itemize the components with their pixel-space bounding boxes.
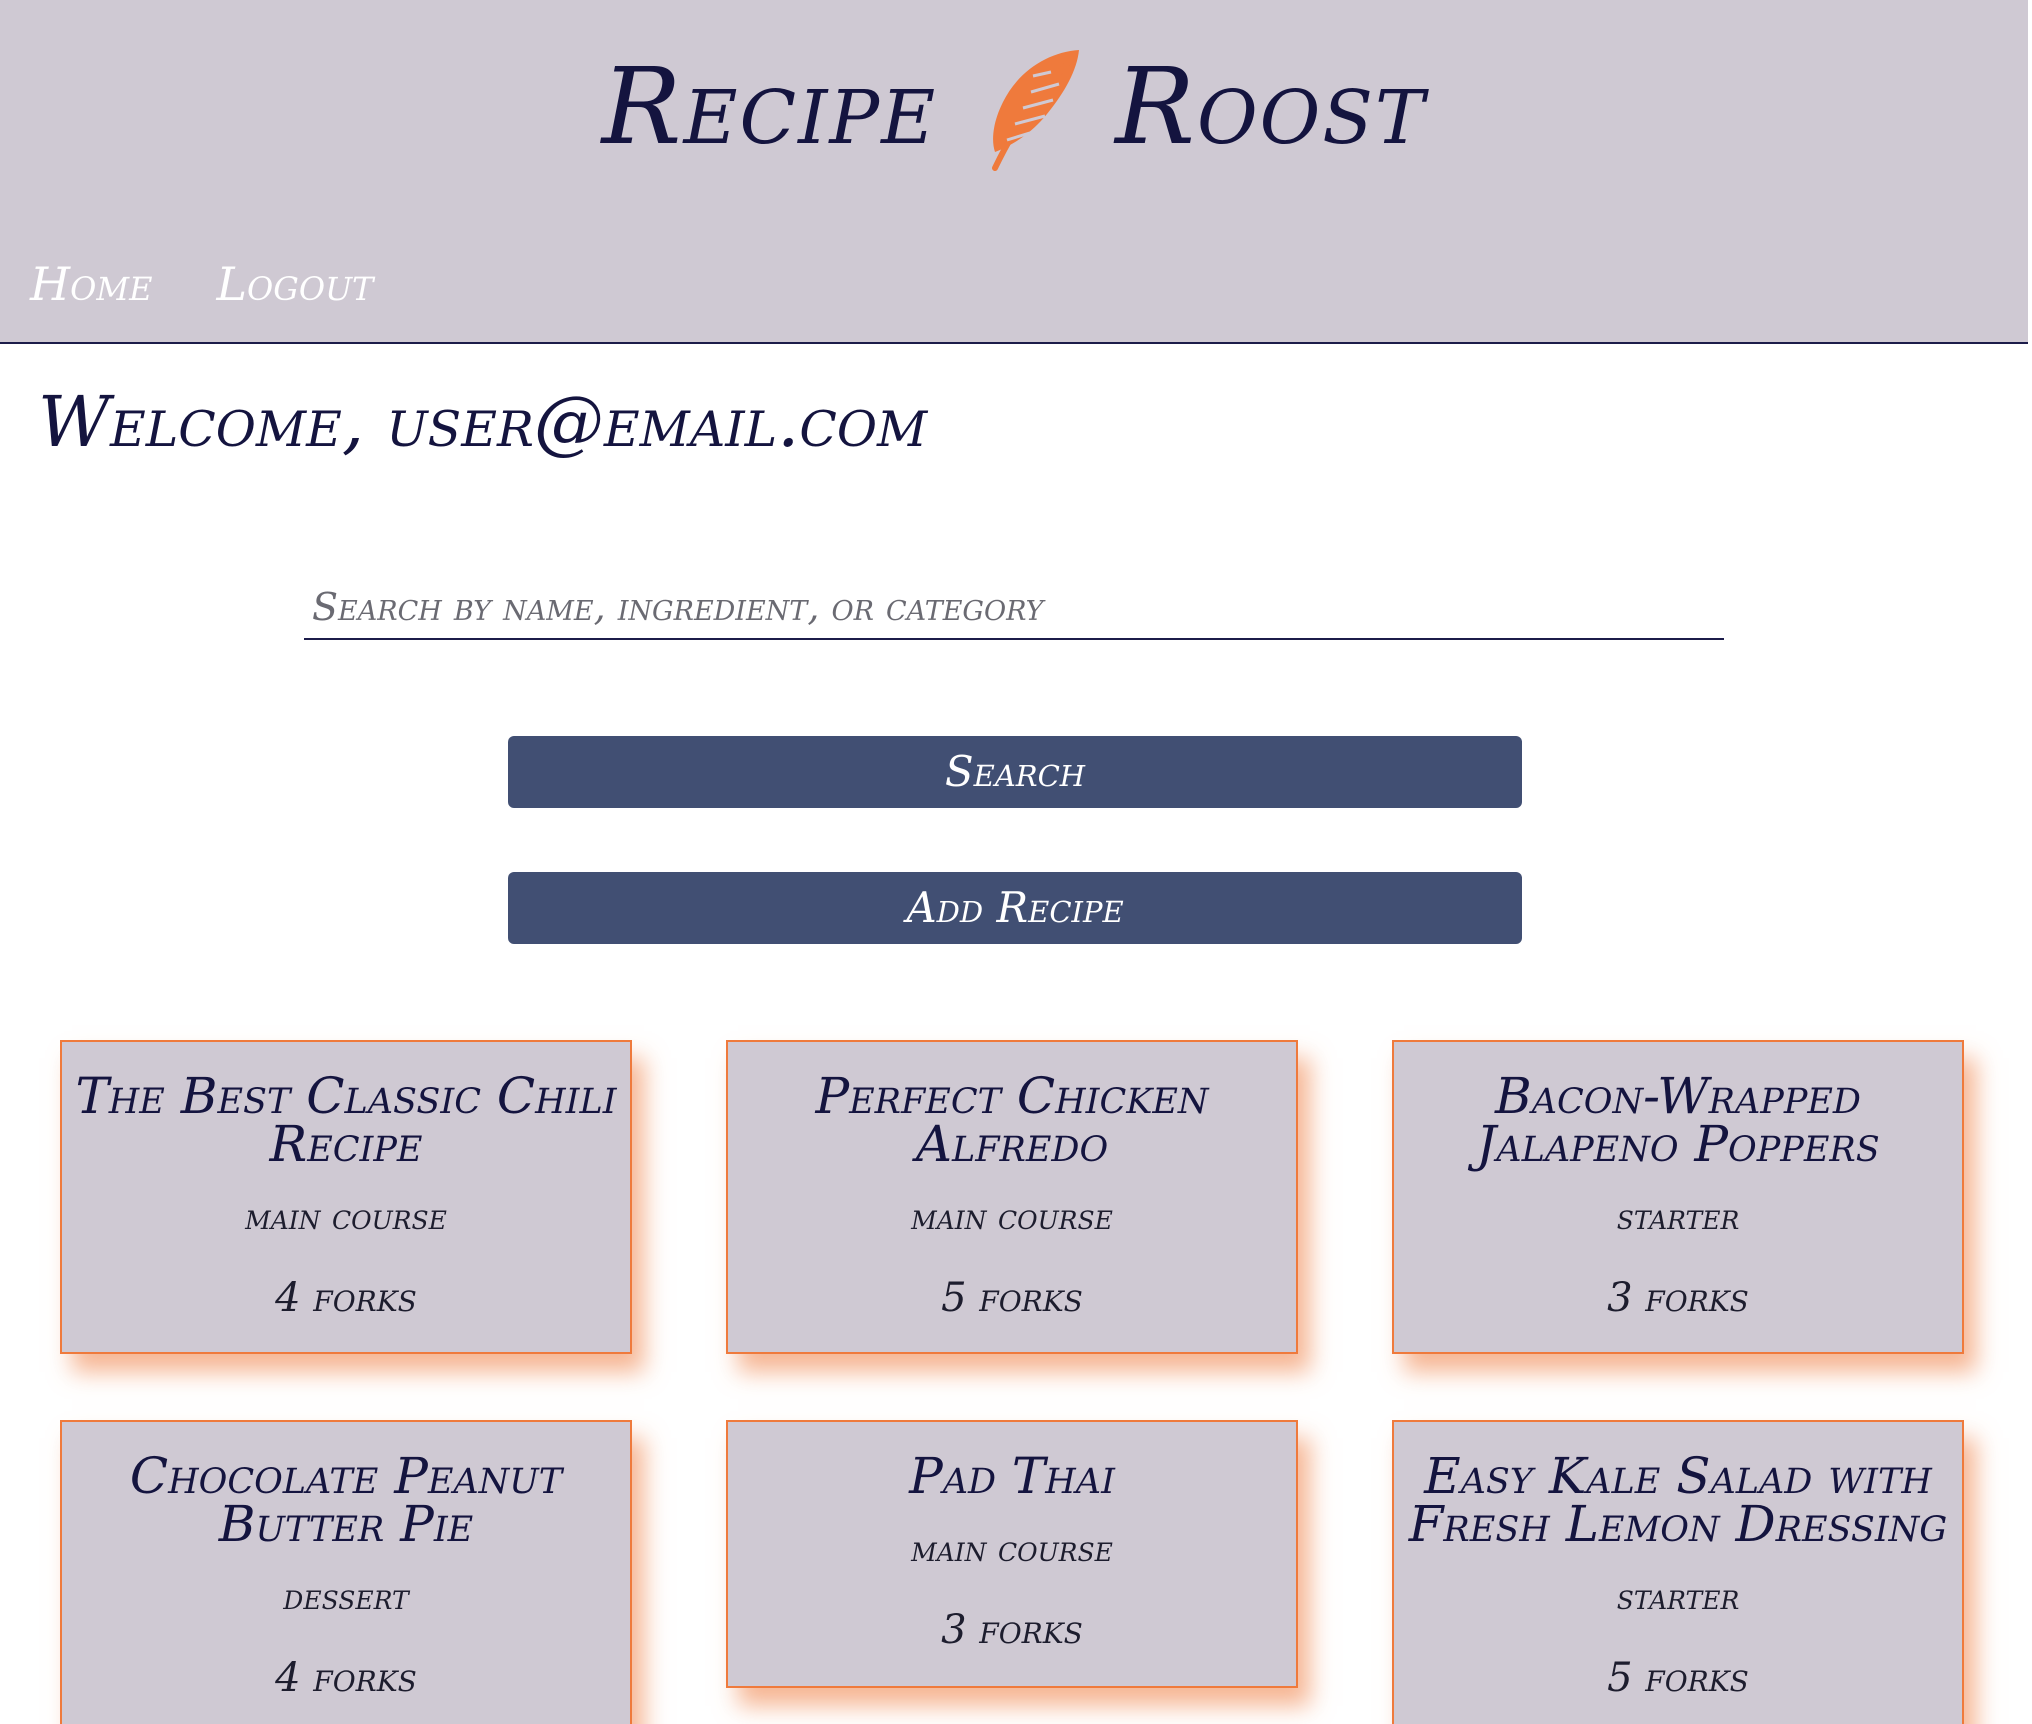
nav-logout-link[interactable]: Logout: [216, 254, 373, 314]
recipe-category: main course: [911, 1529, 1113, 1570]
recipe-category: dessert: [283, 1577, 409, 1618]
page: Recipe Roost Home Logout Welcome, user@e…: [0, 0, 2032, 1724]
main-nav: Home Logout: [30, 254, 373, 314]
recipe-card[interactable]: Easy Kale Salad with Fresh Lemon Dressin…: [1392, 1420, 1964, 1724]
brand-name-right: Roost: [1115, 45, 1427, 168]
search-field: [304, 578, 1724, 640]
recipe-title: Chocolate Peanut Butter Pie: [129, 1447, 563, 1553]
recipe-card[interactable]: Bacon-Wrapped Jalapeno Poppers starter 3…: [1392, 1040, 1964, 1354]
add-recipe-button[interactable]: Add Recipe: [508, 872, 1522, 944]
recipe-rating: 4 forks: [275, 1275, 417, 1321]
recipe-rating: 5 forks: [941, 1275, 1083, 1321]
brand-name-left: Recipe: [601, 45, 938, 168]
recipe-title: Bacon-Wrapped Jalapeno Poppers: [1476, 1067, 1880, 1173]
recipe-title: Perfect Chicken Alfredo: [815, 1067, 1209, 1173]
site-logo[interactable]: Recipe Roost: [0, 42, 2028, 172]
recipe-title: Easy Kale Salad with Fresh Lemon Dressin…: [1408, 1447, 1948, 1553]
recipe-category: main course: [245, 1197, 447, 1238]
recipe-category: starter: [1616, 1197, 1740, 1238]
feather-icon: [961, 42, 1091, 172]
recipe-title: Pad Thai: [909, 1447, 1115, 1505]
nav-home-link[interactable]: Home: [30, 254, 152, 314]
recipe-card[interactable]: The Best Classic Chili Recipe main cours…: [60, 1040, 632, 1354]
recipe-card[interactable]: Perfect Chicken Alfredo main course 5 fo…: [726, 1040, 1298, 1354]
recipe-rating: 3 forks: [1607, 1275, 1749, 1321]
search-button[interactable]: Search: [508, 736, 1522, 808]
recipe-category: starter: [1616, 1577, 1740, 1618]
recipe-title: The Best Classic Chili Recipe: [75, 1067, 617, 1173]
site-header: Recipe Roost Home Logout: [0, 0, 2028, 344]
recipe-rating: 4 forks: [275, 1655, 417, 1701]
recipe-card[interactable]: Pad Thai main course 3 forks: [726, 1420, 1298, 1688]
recipe-card[interactable]: Chocolate Peanut Butter Pie dessert 4 fo…: [60, 1420, 632, 1724]
welcome-heading: Welcome, user@email.com: [38, 381, 928, 463]
recipe-category: main course: [911, 1197, 1113, 1238]
search-input[interactable]: [304, 578, 1724, 636]
recipe-rating: 3 forks: [941, 1607, 1083, 1653]
recipe-rating: 5 forks: [1607, 1655, 1749, 1701]
